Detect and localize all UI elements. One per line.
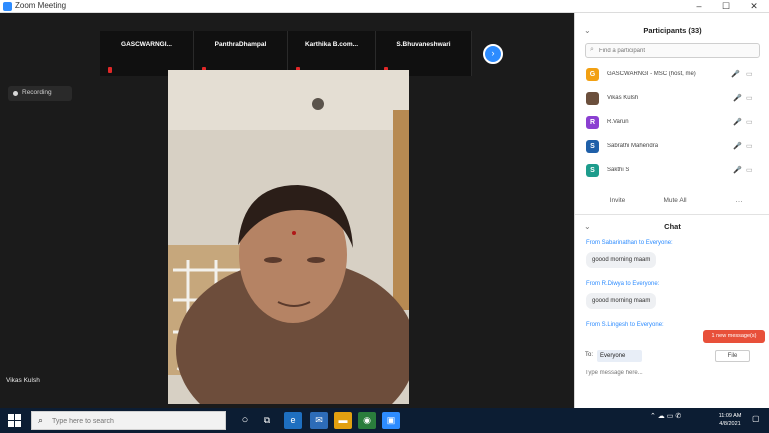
zoom-app-icon bbox=[3, 2, 12, 11]
avatar: G bbox=[586, 68, 599, 81]
panel-divider bbox=[575, 214, 769, 215]
window-titlebar: Zoom Meeting – ☐ ✕ bbox=[0, 0, 769, 13]
speaker-name-label: Vikas Kulsh bbox=[6, 377, 40, 384]
camera-icon[interactable]: ▭ bbox=[746, 166, 753, 174]
participants-title: Participants (33) bbox=[643, 26, 702, 35]
mic-icon[interactable]: 🎤 bbox=[733, 142, 742, 150]
chat-message-sender: From R.Diwya to Everyone: bbox=[586, 281, 660, 287]
taskbar: ⌕ ○ ⧉ e ✉ ▬ ◉ ▣ ⌃ ☁ ▭ ✆ 11:09 AM 4/8/202… bbox=[0, 408, 769, 433]
to-label: To: bbox=[585, 352, 594, 358]
participant-row[interactable]: Vikas Kulsh 🎤 ▭ bbox=[583, 89, 763, 109]
video-area: GASCWARNGI... PanthraDhampal Karthika B.… bbox=[0, 13, 574, 408]
participant-name: R.Varun bbox=[607, 119, 629, 125]
recording-label: Recording bbox=[22, 89, 52, 96]
clock-time: 11:09 AM bbox=[718, 413, 742, 419]
participant-row[interactable]: G GASCWARNGI - MSC (host, me) 🎤 ▭ bbox=[583, 65, 763, 85]
mute-all-button[interactable]: Mute All bbox=[650, 193, 700, 208]
window-title: Zoom Meeting bbox=[15, 1, 67, 10]
participant-name: Sabrathi Mahendra bbox=[607, 143, 659, 149]
chrome-icon[interactable]: ◉ bbox=[358, 412, 376, 429]
more-options-button[interactable]: … bbox=[730, 193, 748, 208]
camera-icon[interactable]: ▭ bbox=[746, 94, 753, 102]
participant-search[interactable]: ⌕ bbox=[585, 43, 760, 58]
cortana-icon[interactable]: ○ bbox=[236, 412, 254, 429]
edge-icon[interactable]: e bbox=[284, 412, 302, 429]
thumbnail-name: Karthika B.com... bbox=[304, 41, 359, 48]
avatar: S bbox=[586, 140, 599, 153]
camera-icon[interactable]: ▭ bbox=[746, 142, 753, 150]
clock-date: 4/8/2021 bbox=[719, 421, 741, 427]
muted-mic-icon bbox=[108, 67, 112, 73]
recipient-select[interactable]: Everyone bbox=[597, 350, 642, 362]
chat-message-bubble: goood morning maam bbox=[586, 293, 657, 309]
participant-name: GASCWARNGI - MSC (host, me) bbox=[607, 71, 696, 77]
mic-icon[interactable]: 🎤 bbox=[733, 118, 742, 126]
system-clock[interactable]: 11:09 AM 4/8/2021 bbox=[712, 412, 748, 428]
system-tray[interactable]: ⌃ ☁ ▭ ✆ bbox=[650, 412, 681, 429]
search-icon: ⌕ bbox=[590, 46, 594, 53]
thumbnail-name: GASCWARNGI... bbox=[121, 41, 172, 48]
new-message-button[interactable]: 1 new message(s) bbox=[703, 330, 765, 343]
file-explorer-icon[interactable]: ▬ bbox=[334, 412, 352, 429]
chat-message-sender: From S.Lingesh to Everyone: bbox=[586, 322, 664, 328]
participant-row[interactable]: S Sabrathi Mahendra 🎤 ▭ bbox=[583, 137, 763, 157]
participants-header: ⌄ Participants (33) bbox=[575, 21, 769, 41]
participant-name: Sakthi S bbox=[607, 167, 630, 173]
chat-message-input[interactable] bbox=[585, 366, 760, 380]
camera-icon[interactable]: ▭ bbox=[746, 118, 753, 126]
thumbnail-name: S.Bhuvaneshwari bbox=[396, 41, 451, 48]
participant-search-input[interactable] bbox=[599, 45, 754, 56]
chat-recipient-row: To: Everyone File bbox=[575, 348, 769, 364]
right-panel: ⌄ Participants (33) ⌕ G GASCWARNGI - MSC… bbox=[574, 13, 769, 408]
minimize-button[interactable]: – bbox=[686, 0, 712, 13]
notification-icon[interactable]: ▢ bbox=[752, 414, 760, 423]
file-button[interactable]: File bbox=[715, 350, 750, 362]
camera-icon[interactable]: ▭ bbox=[746, 70, 753, 78]
search-icon: ⌕ bbox=[38, 415, 44, 425]
participant-row[interactable]: S Sakthi S 🎤 ▭ bbox=[583, 161, 763, 181]
mail-icon[interactable]: ✉ bbox=[310, 412, 328, 429]
invite-button[interactable]: Invite bbox=[595, 193, 640, 208]
avatar bbox=[586, 92, 599, 105]
taskbar-search[interactable]: ⌕ bbox=[31, 411, 226, 430]
chat-message-sender: From Sabarinathan to Everyone: bbox=[586, 240, 673, 246]
avatar: S bbox=[586, 164, 599, 177]
mic-icon[interactable]: 🎤 bbox=[733, 166, 742, 174]
taskbar-search-input[interactable] bbox=[52, 415, 217, 427]
chat-message-bubble: goood morning maam bbox=[586, 252, 657, 268]
mic-icon[interactable]: 🎤 bbox=[733, 94, 742, 102]
mic-icon[interactable]: 🎤 bbox=[731, 70, 740, 78]
recording-badge[interactable]: Recording bbox=[8, 86, 72, 101]
participant-name: Vikas Kulsh bbox=[607, 95, 639, 101]
close-button[interactable]: ✕ bbox=[741, 0, 767, 13]
maximize-button[interactable]: ☐ bbox=[713, 0, 739, 13]
participant-row[interactable]: R R.Varun 🎤 ▭ bbox=[583, 113, 763, 133]
thumbnail-name: PanthraDhampal bbox=[214, 41, 267, 48]
zoom-taskbar-icon[interactable]: ▣ bbox=[382, 412, 400, 429]
active-speaker-video bbox=[168, 70, 409, 404]
recording-dot-icon bbox=[13, 91, 18, 96]
chat-title: Chat bbox=[664, 222, 681, 231]
chat-header: ⌄ Chat bbox=[575, 217, 769, 237]
task-view-icon[interactable]: ⧉ bbox=[258, 412, 276, 429]
speaker-video-frame bbox=[168, 70, 409, 404]
avatar: R bbox=[586, 116, 599, 129]
next-page-button[interactable]: › bbox=[483, 44, 503, 64]
windows-start-button[interactable] bbox=[8, 414, 21, 427]
